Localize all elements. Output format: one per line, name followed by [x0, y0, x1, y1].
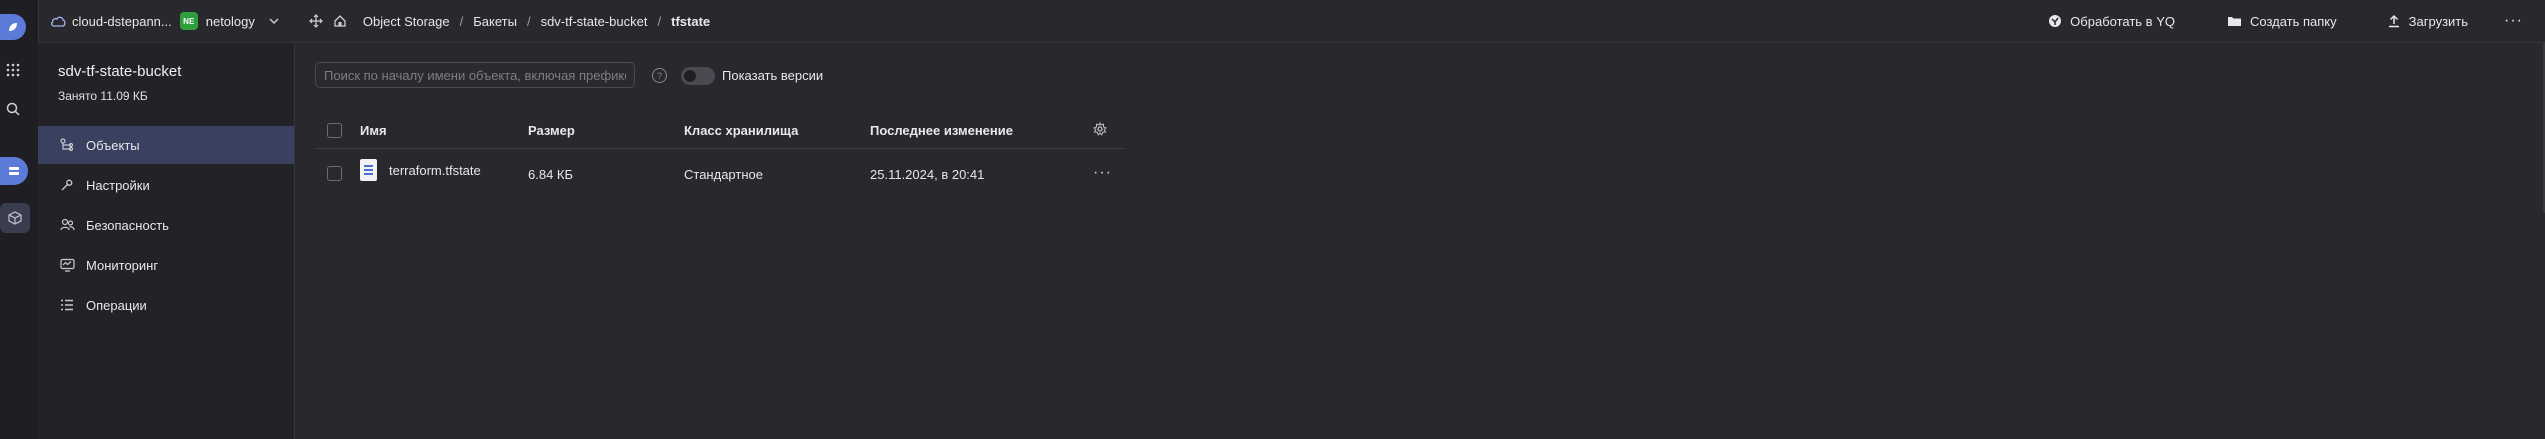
sidebar-item-security[interactable]: Безопасность [38, 206, 294, 244]
breadcrumb-separator: / [657, 13, 662, 29]
table-row[interactable]: terraform.tfstate 6.84 КБ Стандартное 25… [315, 149, 1125, 199]
grid-menu-icon[interactable] [5, 62, 21, 78]
breadcrumb: Object Storage / Бакеты / sdv-tf-state-b… [309, 14, 710, 29]
process-in-yq-button[interactable]: Обработать в YQ [2048, 14, 2175, 29]
sidebar-item-label: Безопасность [86, 217, 169, 233]
org-name: netology [205, 13, 255, 29]
org-badge: NE [179, 12, 198, 30]
folder-icon [2227, 15, 2242, 27]
breadcrumb-current: tfstate [671, 13, 711, 29]
home-icon[interactable] [333, 14, 347, 28]
gear-icon[interactable] [1093, 121, 1107, 139]
file-storage-class: Стандартное [684, 167, 763, 182]
file-modified: 25.11.2024, в 20:41 [870, 167, 985, 182]
bucket-name: sdv-tf-state-bucket [58, 63, 182, 80]
sidebar-item-settings[interactable]: Настройки [38, 166, 294, 204]
column-header-storage-class[interactable]: Класс хранилища [684, 123, 798, 138]
show-versions-label: Показать версии [722, 68, 824, 83]
list-icon [58, 298, 76, 312]
breadcrumb-separator: / [526, 13, 531, 29]
help-icon[interactable]: ? [652, 68, 667, 83]
object-search-field[interactable] [315, 62, 635, 88]
file-icon [360, 159, 377, 181]
bucket-sidebar: sdv-tf-state-bucket Занято 11.09 КБ Объе… [38, 43, 295, 439]
left-rail [0, 0, 39, 439]
cloud-selector[interactable]: cloud-dstepann... NE netology [50, 12, 279, 30]
file-name[interactable]: terraform.tfstate [389, 163, 481, 178]
create-folder-button[interactable]: Создать папку [2227, 14, 2337, 29]
monitor-icon [58, 258, 76, 272]
move-icon[interactable] [309, 14, 323, 28]
breadcrumb-bucket[interactable]: sdv-tf-state-bucket [541, 14, 648, 29]
sidebar-item-label: Операции [86, 297, 147, 313]
upload-icon [2387, 14, 2401, 28]
upload-button[interactable]: Загрузить [2387, 14, 2468, 29]
wrench-icon [58, 178, 76, 192]
show-versions-toggle[interactable] [681, 67, 715, 85]
object-search-input[interactable] [316, 63, 634, 87]
column-header-modified[interactable]: Последнее изменение [870, 123, 1013, 138]
sidebar-item-monitoring[interactable]: Мониторинг [38, 246, 294, 284]
row-checkbox[interactable] [327, 166, 342, 181]
process-in-yq-label: Обработать в YQ [2070, 13, 2175, 29]
toggle-knob [684, 70, 696, 82]
sidebar-item-objects[interactable]: Объекты [38, 126, 294, 164]
column-header-name[interactable]: Имя [360, 123, 387, 138]
bucket-used-space: Занято 11.09 КБ [58, 89, 148, 103]
sidebar-item-label: Мониторинг [86, 257, 159, 273]
column-header-size[interactable]: Размер [528, 123, 575, 138]
breadcrumb-object-storage[interactable]: Object Storage [363, 14, 450, 29]
toolbar-actions: Обработать в YQ Создать папку Загрузить … [2048, 0, 2545, 42]
storage-service-icon[interactable] [0, 157, 28, 185]
sidebar-item-label: Настройки [86, 177, 150, 193]
top-bar: cloud-dstepann... NE netology Object Sto… [38, 0, 2545, 43]
sidebar-item-label: Объекты [86, 137, 140, 153]
yq-icon [2048, 14, 2062, 28]
app-logo-icon[interactable] [0, 14, 26, 40]
search-icon[interactable] [5, 101, 21, 117]
cloud-name: cloud-dstepann... [72, 13, 172, 29]
cloud-icon [50, 15, 66, 27]
objects-table-header: Имя Размер Класс хранилища Последнее изм… [315, 112, 1125, 149]
chevron-down-icon[interactable] [269, 15, 279, 27]
breadcrumb-buckets[interactable]: Бакеты [473, 14, 517, 29]
create-folder-label: Создать папку [2249, 13, 2337, 29]
users-icon [58, 218, 76, 232]
more-actions-icon[interactable]: ··· [2504, 12, 2523, 30]
row-actions-icon[interactable]: ··· [1093, 164, 1112, 182]
breadcrumb-separator: / [459, 13, 464, 29]
upload-label: Загрузить [2408, 13, 2469, 29]
select-all-checkbox[interactable] [327, 123, 342, 138]
sidebar-item-operations[interactable]: Операции [38, 286, 294, 324]
bucket-service-icon[interactable] [0, 203, 30, 233]
objects-icon [58, 138, 76, 152]
file-size: 6.84 КБ [528, 167, 574, 182]
